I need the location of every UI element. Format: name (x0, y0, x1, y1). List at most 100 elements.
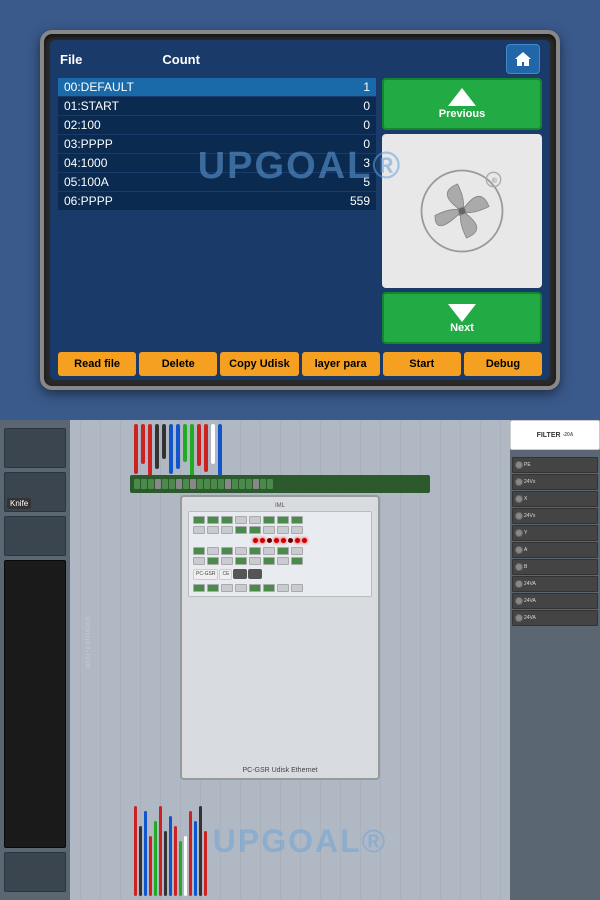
led-1 (253, 538, 258, 543)
pcb-cell-3 (221, 516, 233, 524)
side-label: anti-collision (85, 616, 92, 669)
wire-green-1 (183, 424, 187, 462)
conn-pin-8 (183, 479, 189, 489)
footer-btn-copy-udisk[interactable]: Copy Udisk (220, 352, 298, 376)
wire-black-1 (155, 424, 159, 469)
next-button[interactable]: Next (382, 292, 542, 344)
file-count-6: 559 (340, 194, 370, 208)
terminal-screw-9 (515, 614, 523, 622)
wire-blue-1 (169, 424, 173, 474)
conn-pin-12 (211, 479, 217, 489)
file-count-3: 0 (340, 137, 370, 151)
chip-1 (233, 569, 247, 579)
wire-red-2 (141, 424, 145, 464)
file-name-5: 05:100A (64, 175, 109, 189)
file-name-1: 01:START (64, 99, 119, 113)
home-button[interactable] (506, 44, 540, 74)
file-row-1[interactable]: 01:START0 (58, 97, 376, 115)
led-row (193, 538, 367, 543)
conn-pin-9 (190, 479, 196, 489)
led-8 (302, 538, 307, 543)
wire-v-red-4 (174, 826, 177, 896)
pcb-cell-13 (249, 526, 261, 534)
wire-v-black-2 (164, 831, 167, 896)
file-row-3[interactable]: 03:PPPP 0 (58, 135, 376, 153)
screen: File Count 00:DEFAULT101:START002:100003 (50, 40, 550, 380)
terminal-block-0: PE (512, 457, 598, 473)
terminal-screw-7 (515, 580, 523, 588)
footer-btn-start[interactable]: Start (383, 352, 461, 376)
terminal-block-9: 24VA (512, 610, 598, 626)
footer-btn-layer-para[interactable]: layer para (302, 352, 380, 376)
pcb-cell-31 (277, 557, 289, 565)
file-row-6[interactable]: 06:PPPP559 (58, 192, 376, 210)
pcb-cell-21 (249, 547, 261, 555)
wire-v-green-1 (154, 821, 157, 896)
elec-module-4 (4, 852, 66, 892)
terminal-screw-4 (515, 529, 523, 537)
wire-v-red-6 (204, 831, 207, 896)
terminal-label-0: PE (524, 462, 531, 468)
pcb-cell-33 (193, 584, 205, 592)
fan-preview: ® (382, 134, 542, 288)
file-name-3: 03:PPPP (64, 137, 113, 151)
pcb-cell-14 (263, 526, 275, 534)
conn-pin-20 (267, 479, 273, 489)
conn-pin-19 (260, 479, 266, 489)
next-label: Next (450, 322, 474, 334)
conn-pin-10 (197, 479, 203, 489)
terminal-screw-1 (515, 478, 523, 486)
terminal-screw-6 (515, 563, 523, 571)
wire-black-2 (162, 424, 166, 459)
footer-btn-read-file[interactable]: Read file (58, 352, 136, 376)
pcb-cell-25 (193, 557, 205, 565)
wiring-section: Knife anti-collision (0, 420, 600, 900)
wires-bottom (130, 780, 430, 900)
svg-text:®: ® (492, 176, 498, 185)
file-name-4: 04:1000 (64, 156, 107, 170)
terminal-screw-3 (515, 512, 523, 520)
terminal-block-7: 24VA (512, 576, 598, 592)
terminal-block-3: 24Vx (512, 508, 598, 524)
wire-v-red-3 (159, 806, 162, 896)
wire-v-red-5 (189, 811, 192, 896)
pcb-cell-24 (291, 547, 303, 555)
conn-pin-7 (176, 479, 182, 489)
file-row-2[interactable]: 02:1000 (58, 116, 376, 134)
pcb-cell-27 (221, 557, 233, 565)
file-row-0[interactable]: 00:DEFAULT1 (58, 78, 376, 96)
pcb-title: IML (188, 503, 372, 509)
terminal-block-6: B (512, 559, 598, 575)
count-column-header: Count (162, 52, 200, 67)
pcb-cell-6 (263, 516, 275, 524)
previous-label: Previous (439, 108, 485, 120)
screen-bezel: File Count 00:DEFAULT101:START002:100003 (40, 30, 560, 390)
wire-v-blue-2 (169, 816, 172, 896)
footer-btn-delete[interactable]: Delete (139, 352, 217, 376)
filter-box: FILTER -20A (510, 420, 600, 450)
conn-pin-11 (204, 479, 210, 489)
file-row-4[interactable]: 04:10003 (58, 154, 376, 172)
pcb-cell-18 (207, 547, 219, 555)
terminal-label-4: Y (524, 530, 527, 536)
conn-pin-3 (148, 479, 154, 489)
wire-v-red-1 (134, 806, 137, 896)
file-row-5[interactable]: 05:100A5 (58, 173, 376, 191)
pcb-cell-4 (235, 516, 247, 524)
conn-pin-14 (225, 479, 231, 489)
pcb-cell-23 (277, 547, 289, 555)
conn-pin-4 (155, 479, 161, 489)
terminal-block-1: 24Vx (512, 474, 598, 490)
pcb-cell-35 (221, 584, 233, 592)
terminal-screw-8 (515, 597, 523, 605)
conn-pin-17 (246, 479, 252, 489)
elec-module-3 (4, 516, 66, 556)
board-area: IML (130, 495, 430, 780)
terminal-screw-0 (515, 461, 523, 469)
footer-btn-debug[interactable]: Debug (464, 352, 542, 376)
pcb-cell-30 (263, 557, 275, 565)
conn-pin-2 (141, 479, 147, 489)
pcb-cell-34 (207, 584, 219, 592)
wire-v-black-3 (199, 806, 202, 896)
previous-button[interactable]: Previous (382, 78, 542, 130)
